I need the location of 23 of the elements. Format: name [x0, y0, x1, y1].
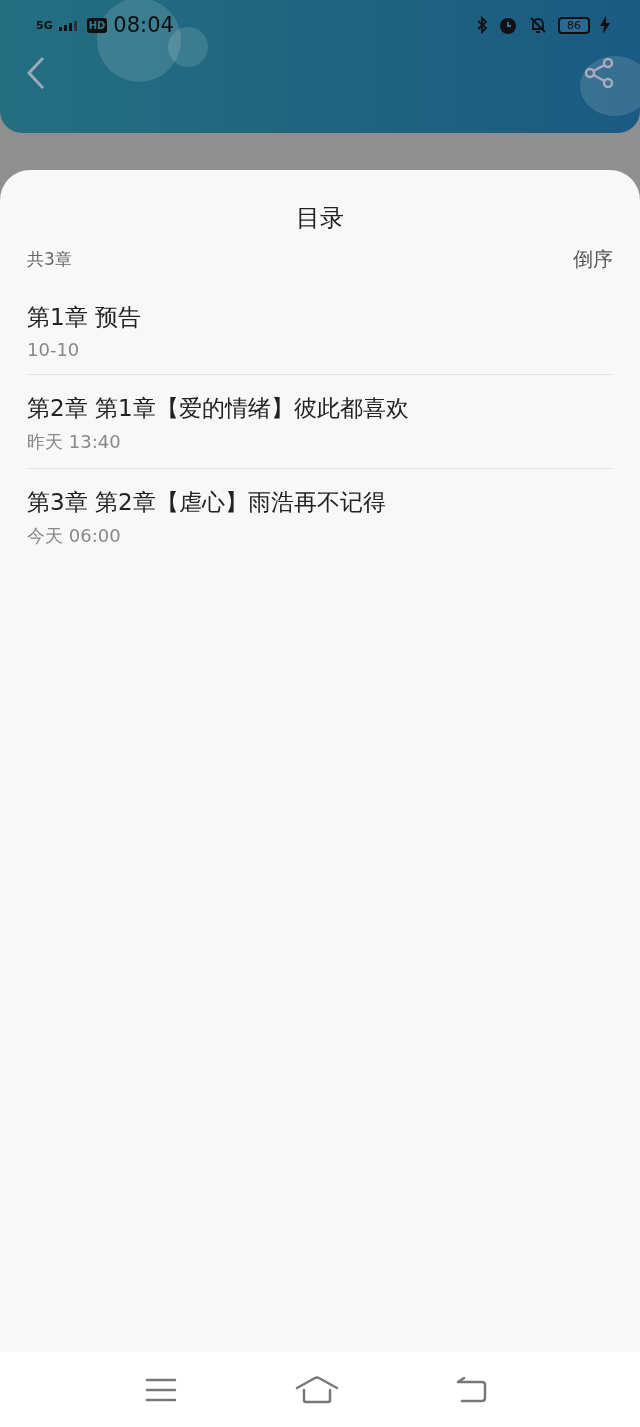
- chapter-count: 共3章: [27, 247, 72, 271]
- bubble-decoration: [580, 56, 640, 116]
- chapter-time: 昨天 13:40: [27, 430, 122, 454]
- charging-icon: [600, 16, 610, 34]
- chapter-time: 10-10: [27, 339, 81, 360]
- bluetooth-icon: [476, 16, 488, 34]
- return-icon[interactable]: [456, 1375, 488, 1404]
- alarm-icon: [498, 15, 518, 35]
- sort-button[interactable]: 倒序: [573, 245, 613, 273]
- back-icon[interactable]: [26, 56, 46, 90]
- status-time: 08:04: [113, 13, 174, 37]
- share-icon[interactable]: [584, 58, 614, 88]
- hd-badge: HD: [86, 17, 108, 33]
- network-label: 5G: [36, 18, 53, 32]
- home-icon[interactable]: [294, 1375, 339, 1404]
- chapter-title[interactable]: 第2章 第1章【爱的情绪】彼此都喜欢: [27, 392, 613, 424]
- chapter-time: 今天 06:00: [27, 524, 122, 548]
- chapter-title[interactable]: 第1章 预告: [27, 301, 613, 333]
- sheet-title: 目录: [295, 203, 345, 234]
- menu-icon[interactable]: [145, 1376, 177, 1403]
- bell-off-icon: [528, 15, 548, 35]
- battery-indicator: 86: [558, 16, 590, 34]
- chapter-title[interactable]: 第3章 第2章【虐心】雨浩再不记得: [27, 486, 613, 518]
